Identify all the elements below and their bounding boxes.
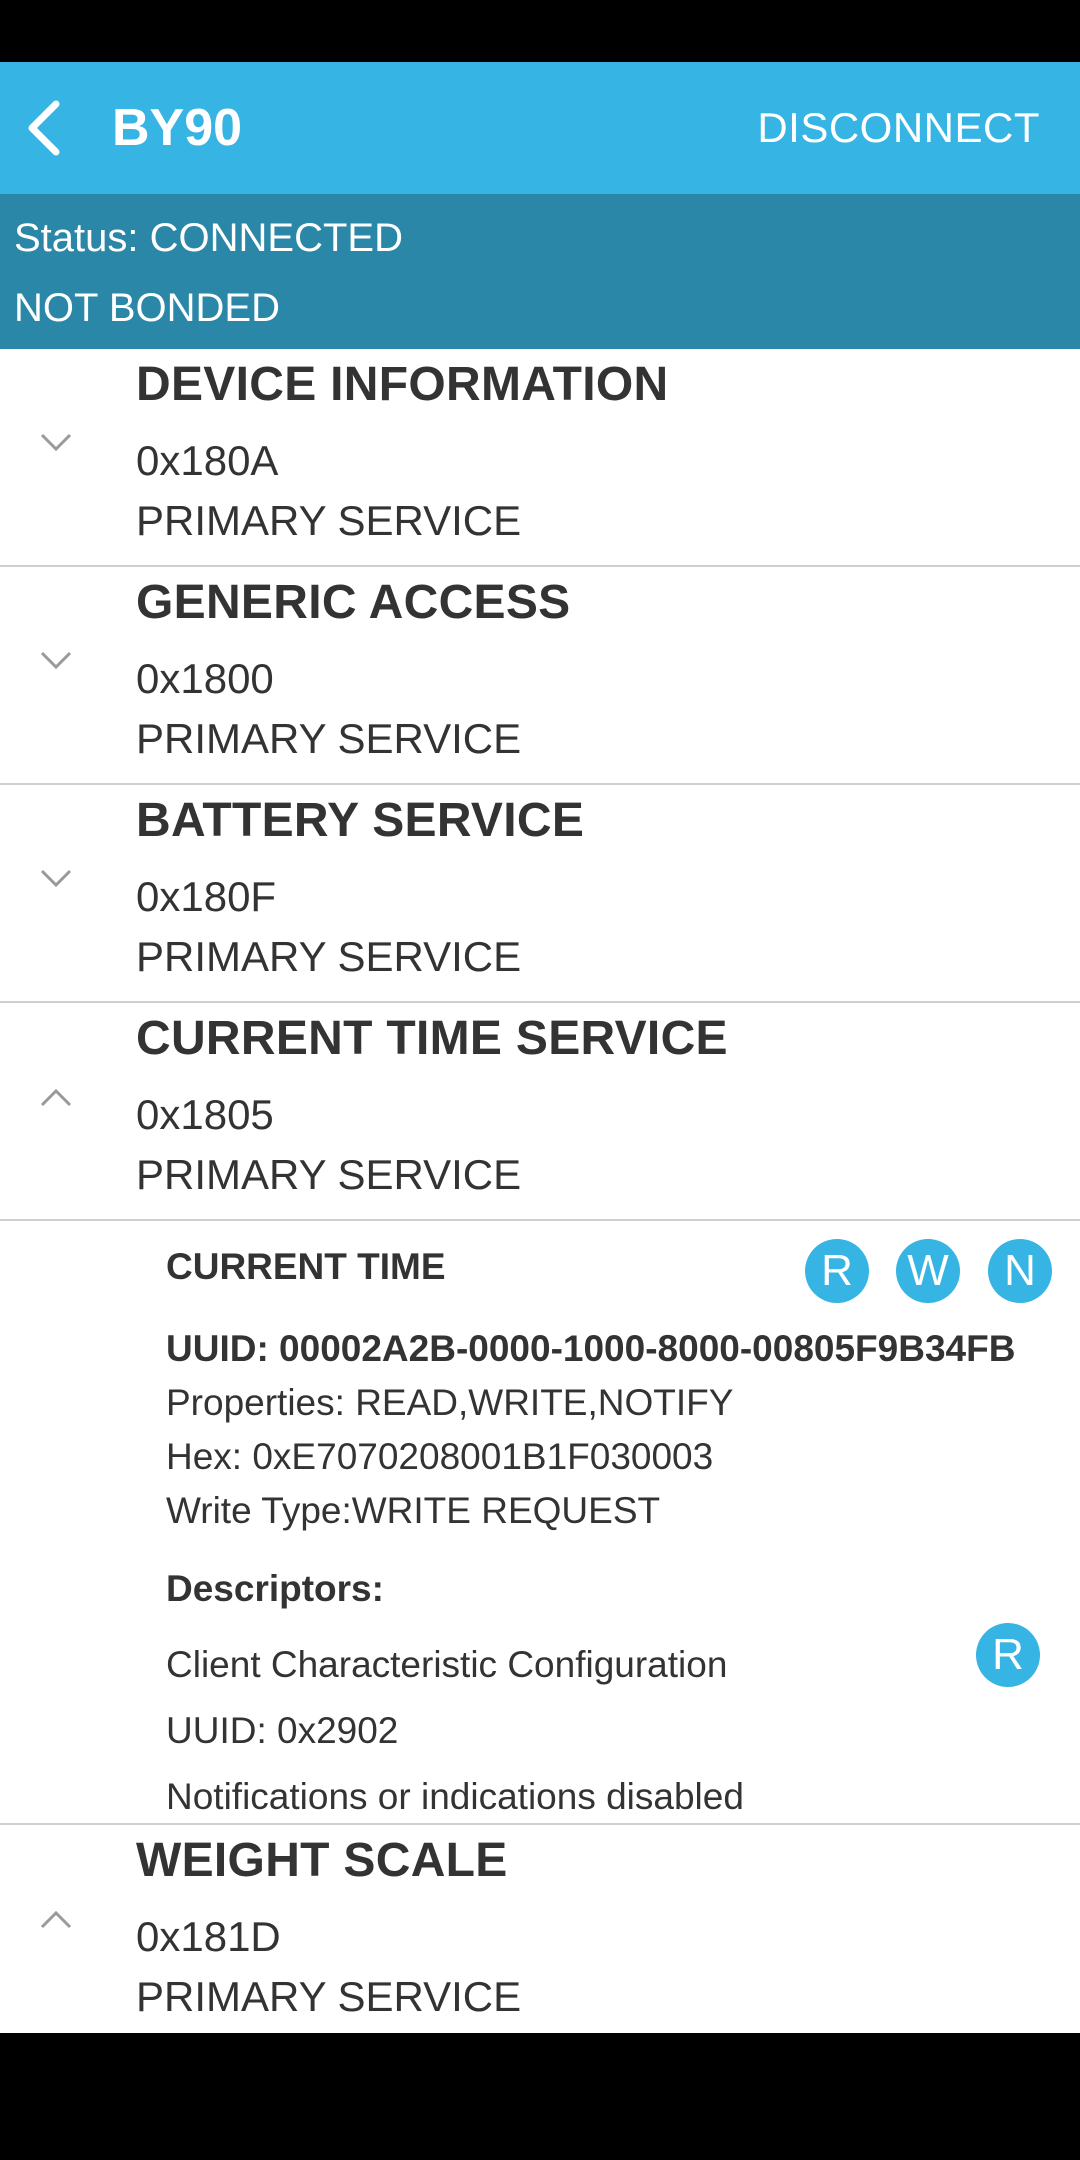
- service-battery[interactable]: BATTERY SERVICE 0x180F PRIMARY SERVICE: [0, 785, 1080, 1003]
- chevron-up-icon: [40, 1088, 72, 1107]
- service-uuid: 0x180F: [136, 873, 277, 920]
- characteristic-properties: Properties: READ,WRITE,NOTIFY: [166, 1382, 734, 1423]
- descriptor-name: Client Characteristic Configuration: [166, 1644, 728, 1685]
- characteristic-name: CURRENT TIME: [166, 1246, 446, 1287]
- service-uuid: 0x180A: [136, 437, 279, 484]
- descriptors-heading: Descriptors:: [166, 1568, 384, 1609]
- chevron-up-icon: [40, 1910, 72, 1929]
- descriptor-uuid: UUID: 0x2902: [166, 1710, 399, 1751]
- services-list: DEVICE INFORMATION 0x180A PRIMARY SERVIC…: [0, 349, 1080, 2033]
- service-type: PRIMARY SERVICE: [136, 1973, 522, 2020]
- service-current-time[interactable]: CURRENT TIME SERVICE 0x1805 PRIMARY SERV…: [0, 1003, 1080, 1221]
- back-button[interactable]: [18, 98, 78, 158]
- connection-status-panel: Status: CONNECTED NOT BONDED: [0, 194, 1080, 349]
- service-name: DEVICE INFORMATION: [136, 358, 669, 411]
- notify-button[interactable]: N: [988, 1239, 1052, 1303]
- service-generic-access[interactable]: GENERIC ACCESS 0x1800 PRIMARY SERVICE: [0, 567, 1080, 785]
- service-type: PRIMARY SERVICE: [136, 933, 522, 980]
- app-bar: BY90 DISCONNECT: [0, 62, 1080, 194]
- system-navigation-bar: [0, 2033, 1080, 2160]
- service-name: CURRENT TIME SERVICE: [136, 1012, 728, 1065]
- disconnect-button[interactable]: DISCONNECT: [757, 100, 1040, 156]
- system-status-bar: [0, 0, 1080, 62]
- connection-status: Status: CONNECTED: [14, 216, 403, 260]
- characteristic-write-type: Write Type:WRITE REQUEST: [166, 1490, 661, 1531]
- service-type: PRIMARY SERVICE: [136, 1151, 522, 1198]
- service-uuid: 0x1800: [136, 655, 274, 702]
- chevron-down-icon: [40, 651, 72, 670]
- descriptor-value: Notifications or indications disabled: [166, 1776, 744, 1817]
- service-name: BATTERY SERVICE: [136, 794, 585, 847]
- service-type: PRIMARY SERVICE: [136, 497, 522, 544]
- read-button[interactable]: R: [805, 1239, 869, 1303]
- write-button[interactable]: W: [896, 1239, 960, 1303]
- service-name: WEIGHT SCALE: [136, 1834, 508, 1887]
- characteristic-current-time[interactable]: CURRENT TIME R W N UUID: 00002A2B-0000-1…: [0, 1221, 1080, 1825]
- back-arrow-icon: [28, 100, 60, 156]
- bond-status: NOT BONDED: [14, 286, 280, 330]
- service-uuid: 0x181D: [136, 1913, 281, 1960]
- service-device-information[interactable]: DEVICE INFORMATION 0x180A PRIMARY SERVIC…: [0, 349, 1080, 567]
- service-type: PRIMARY SERVICE: [136, 715, 522, 762]
- chevron-down-icon: [40, 869, 72, 888]
- characteristic-hex-value: Hex: 0xE7070208001B1F030003: [166, 1436, 714, 1477]
- device-title: BY90: [112, 99, 243, 157]
- characteristic-uuid: UUID: 00002A2B-0000-1000-8000-00805F9B34…: [166, 1328, 1016, 1369]
- service-name: GENERIC ACCESS: [136, 576, 571, 629]
- descriptor-read-button[interactable]: R: [976, 1623, 1040, 1687]
- chevron-down-icon: [40, 433, 72, 452]
- service-weight-scale[interactable]: WEIGHT SCALE 0x181D PRIMARY SERVICE: [0, 1825, 1080, 2033]
- service-uuid: 0x1805: [136, 1091, 274, 1138]
